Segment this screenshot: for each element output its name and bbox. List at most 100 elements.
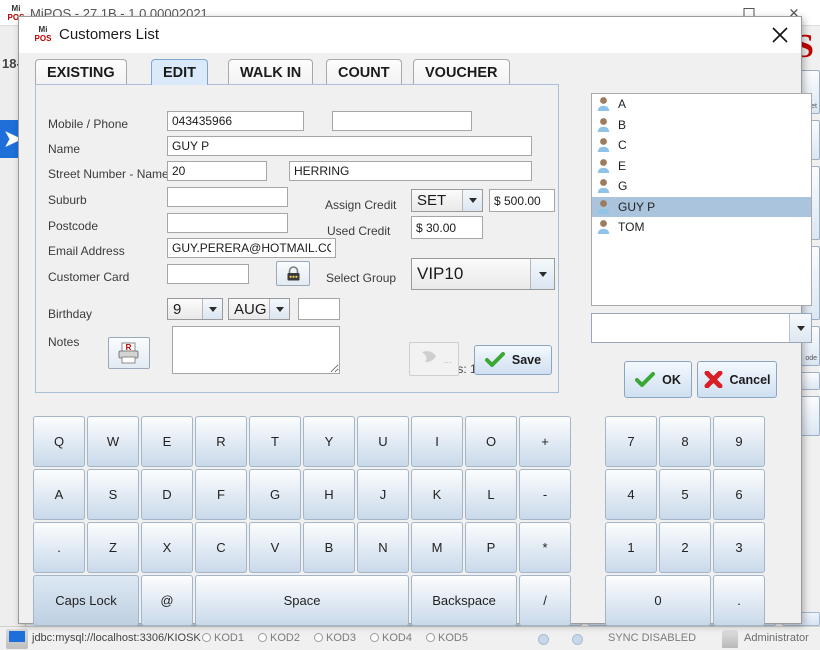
image-placeholder-icon: ... — [422, 351, 452, 365]
birthday-year-input[interactable] — [298, 298, 340, 320]
key-x[interactable]: X — [141, 522, 193, 573]
person-icon — [596, 199, 611, 215]
key-slash[interactable]: / — [519, 575, 571, 626]
key-h[interactable]: H — [303, 469, 355, 520]
print-receipt-button[interactable]: R — [108, 337, 150, 369]
customer-list[interactable]: A B C E G GUY P TOM — [591, 93, 812, 306]
label-suburb: Suburb — [48, 193, 87, 207]
sync-indicator-1 — [538, 634, 549, 645]
customer-card-input[interactable] — [167, 264, 249, 284]
key-c[interactable]: C — [195, 522, 247, 573]
key-i[interactable]: I — [411, 416, 463, 467]
notes-textarea[interactable] — [172, 326, 340, 374]
list-item[interactable]: B — [592, 115, 811, 136]
select-group-dropdown[interactable]: VIP10 — [411, 258, 555, 290]
numkey-0[interactable]: 0 — [605, 575, 711, 626]
list-item[interactable]: A — [592, 94, 811, 115]
mobile-phone-secondary-input[interactable] — [332, 111, 472, 131]
tab-existing[interactable]: EXISTING — [35, 59, 127, 85]
list-item[interactable]: E — [592, 156, 811, 177]
tab-count[interactable]: COUNT — [326, 59, 402, 85]
key-asterisk[interactable]: * — [519, 522, 571, 573]
key-o[interactable]: O — [465, 416, 517, 467]
assign-credit-type-select[interactable]: SET — [411, 189, 483, 212]
radio-kod4[interactable]: KOD4 — [370, 632, 412, 644]
radio-kod5[interactable]: KOD5 — [426, 632, 468, 644]
customer-filter-dropdown[interactable] — [591, 313, 812, 343]
used-credit-input[interactable] — [411, 216, 483, 239]
label-postcode: Postcode — [48, 219, 99, 233]
name-input[interactable] — [167, 136, 532, 156]
birthday-day-select[interactable]: 9 — [167, 298, 223, 320]
key-p[interactable]: P — [465, 522, 517, 573]
save-button[interactable]: Save — [474, 345, 552, 375]
key-l[interactable]: L — [465, 469, 517, 520]
key-space[interactable]: Space — [195, 575, 409, 626]
key-backspace[interactable]: Backspace — [411, 575, 517, 626]
key-g[interactable]: G — [249, 469, 301, 520]
list-item-selected[interactable]: GUY P — [592, 196, 811, 217]
list-item[interactable]: C — [592, 135, 811, 156]
list-item[interactable]: TOM — [592, 217, 811, 238]
birthday-month-select[interactable]: AUG — [228, 298, 290, 320]
customer-card-lock-button[interactable] — [276, 261, 310, 286]
key-u[interactable]: U — [357, 416, 409, 467]
tab-walk-in[interactable]: WALK IN — [228, 59, 314, 85]
key-n[interactable]: N — [357, 522, 409, 573]
numkey-3[interactable]: 3 — [713, 522, 765, 573]
key-f[interactable]: F — [195, 469, 247, 520]
key-minus[interactable]: - — [519, 469, 571, 520]
list-item[interactable]: G — [592, 176, 811, 197]
key-e[interactable]: E — [141, 416, 193, 467]
key-plus[interactable]: + — [519, 416, 571, 467]
numkey-8[interactable]: 8 — [659, 416, 711, 467]
numkey-7[interactable]: 7 — [605, 416, 657, 467]
birthday-day-value: 9 — [173, 300, 182, 318]
dialog-close-button[interactable] — [767, 23, 793, 47]
key-b[interactable]: B — [303, 522, 355, 573]
chevron-down-icon — [789, 314, 811, 342]
list-item-label: B — [618, 117, 627, 132]
radio-kod2[interactable]: KOD2 — [258, 632, 300, 644]
cancel-button[interactable]: Cancel — [697, 361, 777, 398]
postcode-input[interactable] — [167, 213, 288, 233]
key-r[interactable]: R — [195, 416, 247, 467]
email-address-input[interactable] — [167, 238, 336, 258]
tab-edit[interactable]: EDIT — [151, 59, 209, 85]
key-d[interactable]: D — [141, 469, 193, 520]
radio-kod1[interactable]: KOD1 — [202, 632, 244, 644]
key-w[interactable]: W — [87, 416, 139, 467]
key-z[interactable]: Z — [87, 522, 139, 573]
assign-credit-amount-input[interactable] — [489, 189, 555, 212]
key-m[interactable]: M — [411, 522, 463, 573]
key-q[interactable]: Q — [33, 416, 85, 467]
key-a[interactable]: A — [33, 469, 85, 520]
numkey-4[interactable]: 4 — [605, 469, 657, 520]
numkey-6[interactable]: 6 — [713, 469, 765, 520]
key-t[interactable]: T — [249, 416, 301, 467]
status-bar: jdbc:mysql://localhost:3306/KIOSK KOD1 K… — [0, 626, 820, 650]
key-caps-lock[interactable]: Caps Lock — [33, 575, 139, 626]
key-k[interactable]: K — [411, 469, 463, 520]
ok-button[interactable]: OK — [624, 361, 692, 398]
street-name-input[interactable] — [289, 161, 532, 181]
check-icon — [635, 371, 656, 388]
suburb-input[interactable] — [167, 187, 288, 207]
key-y[interactable]: Y — [303, 416, 355, 467]
key-v[interactable]: V — [249, 522, 301, 573]
numkey-5[interactable]: 5 — [659, 469, 711, 520]
key-s[interactable]: S — [87, 469, 139, 520]
radio-kod3[interactable]: KOD3 — [314, 632, 356, 644]
numkey-2[interactable]: 2 — [659, 522, 711, 573]
tab-voucher[interactable]: VOUCHER — [413, 59, 510, 85]
key-j[interactable]: J — [357, 469, 409, 520]
mobile-phone-input[interactable] — [167, 111, 304, 131]
numkey-1[interactable]: 1 — [605, 522, 657, 573]
street-number-input[interactable] — [167, 161, 267, 181]
jdbc-connection-string: jdbc:mysql://localhost:3306/KIOSK — [32, 632, 201, 644]
numkey-decimal[interactable]: . — [713, 575, 765, 626]
key-period[interactable]: . — [33, 522, 85, 573]
numkey-9[interactable]: 9 — [713, 416, 765, 467]
customer-image-button[interactable]: ... — [409, 342, 459, 376]
key-at[interactable]: @ — [141, 575, 193, 626]
